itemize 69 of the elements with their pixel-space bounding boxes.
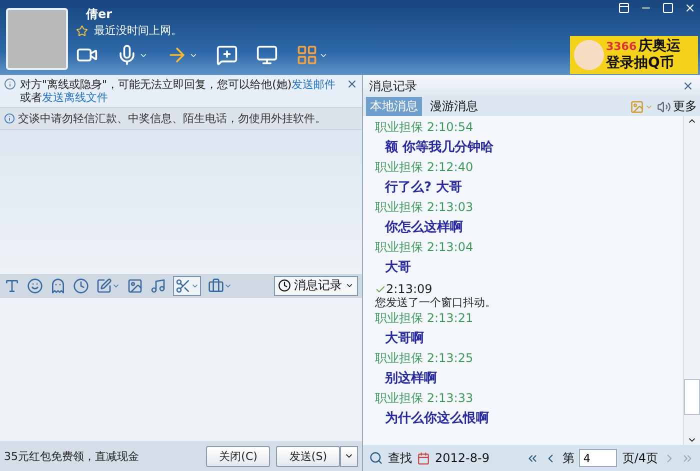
info-icon xyxy=(4,113,15,124)
briefcase-icon[interactable] xyxy=(208,278,232,294)
monitor-icon[interactable] xyxy=(256,44,278,66)
scissors-icon[interactable] xyxy=(173,276,201,296)
star-icon xyxy=(76,24,88,36)
search-icon xyxy=(369,451,383,465)
close-icon xyxy=(684,2,696,14)
message-meta: 职业担保 2:13:21 xyxy=(375,310,474,327)
warning-text: 交谈中请勿轻信汇款、中奖信息、陌生电话，勿使用外挂软件。 xyxy=(18,111,326,126)
panel-icon xyxy=(618,2,630,14)
promo-text: 35元红包免费领，直减现金 xyxy=(4,448,140,464)
message-meta: 职业担保 2:13:33 xyxy=(375,390,474,407)
send-button[interactable]: 发送(S) xyxy=(276,446,340,466)
message-meta: 职业担保 2:12:40 xyxy=(375,159,474,176)
system-message: 您发送了一个窗口抖动。 xyxy=(375,296,497,309)
history-title: 消息记录 xyxy=(369,78,417,94)
close-icon xyxy=(346,78,358,90)
close-icon xyxy=(682,80,694,92)
clock-icon xyxy=(278,279,291,292)
message-meta: 职业担保 2:13:03 xyxy=(375,199,474,216)
message-text: 为什么你这么恨啊 xyxy=(385,410,490,428)
notice-text: 对方"离线或隐身"，可能无法立即回复，您可以给他(她)发送邮件 或者发送离线文件 xyxy=(20,78,337,104)
music-icon[interactable] xyxy=(150,278,166,294)
ad-banner[interactable]: 3366庆奥运 登录抽Q币 xyxy=(570,36,698,74)
message-text: 大哥 xyxy=(385,259,412,277)
message-text: 你怎么这样啊 xyxy=(385,218,464,237)
close-button[interactable]: 关闭(C) xyxy=(206,446,270,466)
message-input[interactable] xyxy=(0,298,362,441)
history-tab[interactable]: 漫游消息 xyxy=(426,97,482,116)
edit-icon[interactable] xyxy=(96,278,120,294)
message-time: 2:13:09 xyxy=(386,282,432,296)
info-icon xyxy=(4,78,16,90)
avatar-placeholder xyxy=(6,8,68,70)
scroll-thumb[interactable] xyxy=(684,379,700,415)
speaker-icon xyxy=(657,100,671,114)
search-link[interactable]: 查找 xyxy=(388,450,412,466)
send-mail-link[interactable]: 发送邮件 xyxy=(292,78,336,91)
clock-icon[interactable] xyxy=(73,278,89,294)
smiley-icon[interactable] xyxy=(27,278,43,294)
history-button[interactable]: 消息记录 xyxy=(274,276,358,296)
message-meta: 职业担保 2:13:04 xyxy=(375,239,474,256)
message-meta: 职业担保 2:13:25 xyxy=(375,350,474,367)
caret-icon xyxy=(345,281,354,290)
more-button[interactable]: 更多 xyxy=(657,98,697,115)
app-icon[interactable] xyxy=(296,44,328,66)
page-input[interactable]: 4 xyxy=(579,449,618,467)
calendar-icon xyxy=(417,452,430,464)
message-text: 额 你等我几分钟哈 xyxy=(385,138,495,157)
ghost-icon[interactable] xyxy=(50,278,66,294)
check-icon xyxy=(375,284,386,294)
cartoon-face-drawing xyxy=(574,40,604,70)
message-text: 行了么? 大哥 xyxy=(385,179,464,197)
font-icon[interactable] xyxy=(4,278,20,294)
image-icon[interactable] xyxy=(127,278,143,294)
send-options-button[interactable] xyxy=(340,446,358,466)
page-label: 第 xyxy=(562,450,574,466)
message-meta: 职业担保 2:10:54 xyxy=(375,119,474,136)
date-text[interactable]: 2012-8-9 xyxy=(435,451,490,465)
chat-add-icon[interactable] xyxy=(216,44,238,66)
send-file-link[interactable]: 发送离线文件 xyxy=(42,91,108,104)
ad-text: 登录抽Q币 xyxy=(606,55,675,72)
contact-name: 倩er xyxy=(86,6,112,23)
status-message: 最近没时间上网。 xyxy=(94,23,182,38)
message-text: 别这样啊 xyxy=(385,370,438,388)
ad-text: 3366庆奥运 xyxy=(606,38,681,55)
maximize-icon xyxy=(662,2,674,14)
message-text: 大哥啊 xyxy=(385,330,425,348)
page-label: 页/4页 xyxy=(622,450,658,466)
scrollbar[interactable] xyxy=(683,116,700,445)
